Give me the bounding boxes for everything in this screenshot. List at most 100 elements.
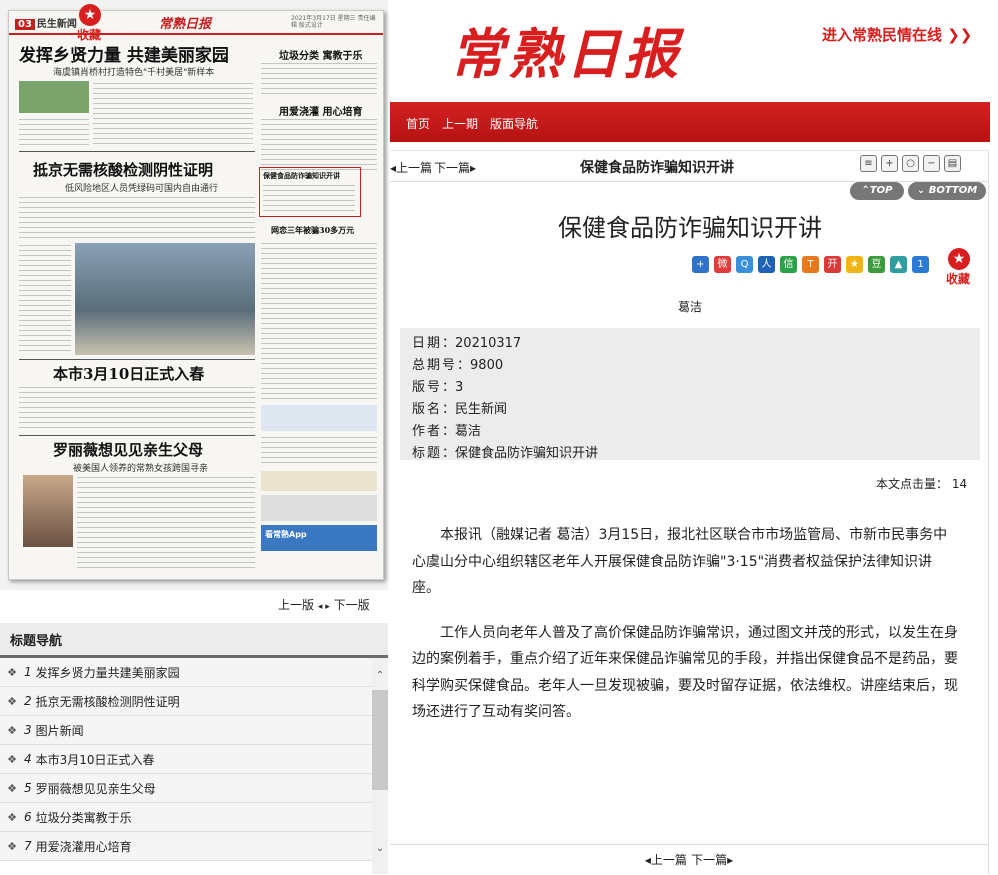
title-nav-item[interactable]: ❖ 3 图片新闻 (0, 716, 372, 745)
text-block (261, 241, 377, 401)
meta-key: 标题 (412, 446, 443, 461)
toolbar-tools: ≡ + ○ − ▤ (860, 155, 961, 172)
scrollbar-thumb[interactable] (372, 690, 388, 790)
item-label: 抵京无需核酸检测阴性证明 (35, 694, 180, 709)
text-block (19, 195, 255, 239)
next-article-link[interactable]: 下一篇▸ (434, 159, 476, 176)
star-share-icon[interactable]: ★ (846, 256, 863, 273)
hit-count: 本文点击量： 14 (876, 475, 967, 492)
info-share-icon[interactable]: 1 (912, 256, 929, 273)
meta-value: 葛洁 (455, 424, 482, 439)
newspaper-page-image[interactable]: 03 民生新闻 常熟日报 2021年3月17日 星期三 责任编辑 版式设计 发挥乡… (8, 10, 384, 580)
diamond-icon: ❖ (7, 839, 17, 853)
prev-article-link-bottom[interactable]: ◂上一篇 (645, 853, 687, 867)
page-logo: 常熟日报 (159, 17, 212, 32)
minqing-online-link[interactable]: 进入常熟民情在线 ❯❯ (822, 24, 972, 45)
title-nav-item[interactable]: ❖ 7 用爱浇灌用心培育 (0, 832, 372, 861)
wechat-icon[interactable]: 信 (780, 256, 797, 273)
chevron-down-icon[interactable]: ⌄ (372, 843, 388, 854)
prev-page-link[interactable]: 上一版 (278, 598, 314, 612)
text-block (19, 117, 89, 145)
nav-prev-issue-link[interactable]: 上一期 (442, 115, 478, 132)
article-paragraph: 工作人员向老年人普及了高价保健品防诈骗常识，通过图文并茂的形式，以发生在身边的案… (412, 624, 958, 721)
item-label: 垃圾分类寓教于乐 (35, 810, 132, 825)
title-nav-scrollbar[interactable]: ⌃ ⌄ (372, 658, 388, 874)
meta-key: 版名 (412, 402, 443, 417)
qzone-icon[interactable]: Q (736, 256, 753, 273)
zoom-in-icon[interactable]: + (881, 155, 898, 172)
favorite-button-left[interactable]: ★ 收藏 (76, 4, 102, 43)
star-icon: ★ (948, 248, 970, 270)
title-nav-item[interactable]: ❖ 4 本市3月10日正式入春 (0, 745, 372, 774)
bottom-article-nav: ◂上一篇 下一篇▸ (390, 844, 988, 875)
photo-news[interactable] (75, 243, 255, 355)
ad-block (261, 405, 377, 431)
divider (19, 359, 255, 360)
favorite-button-right[interactable]: ★ 收藏 (946, 248, 971, 287)
bottom-button[interactable]: ⌄ BOTTOM (908, 182, 986, 200)
zoom-out-icon[interactable]: − (923, 155, 940, 172)
favorite-label: 收藏 (76, 28, 101, 42)
article-title: 保健食品防诈骗知识开讲 (558, 214, 822, 242)
text-block (19, 243, 71, 355)
nav-home-link[interactable]: 首页 (406, 115, 430, 132)
headline-4[interactable]: 罗丽薇想见见亲生父母 (53, 439, 203, 460)
share-icons: + 微 Q 人 信 T 开 ★ 豆 ▲ 1 (692, 256, 929, 273)
item-number: 4 (24, 752, 32, 766)
photo-share-icon[interactable]: ▲ (890, 256, 907, 273)
meta-page-name: 版名：民生新闻 (412, 402, 508, 417)
diamond-icon: ❖ (7, 752, 17, 766)
headline-r2[interactable]: 用爱浇灌 用心培育 (279, 103, 362, 118)
text-block (19, 385, 255, 431)
favorite-label: 收藏 (946, 272, 971, 286)
title-nav-item[interactable]: ❖ 1 发挥乡贤力量共建美丽家园 (0, 658, 372, 687)
notes-icon[interactable]: ≡ (860, 155, 877, 172)
headline-r3[interactable]: 保健食品防诈骗知识开讲 (263, 171, 340, 181)
print-icon[interactable]: ▤ (944, 155, 961, 172)
share-more-icon[interactable]: + (692, 256, 709, 273)
chevron-up-icon[interactable]: ⌃ (372, 670, 388, 681)
top-button[interactable]: ⌃TOP (850, 182, 904, 200)
hit-count-label: 本文点击量： (876, 477, 949, 491)
article-author: 葛洁 (677, 300, 702, 314)
article-toolbar: ◂上一篇 下一篇▸ 保健食品防诈骗知识开讲 ≡ + ○ − ▤ (390, 150, 988, 182)
text-block (77, 475, 255, 571)
headline-2[interactable]: 抵京无需核酸检测阴性证明 (33, 159, 213, 180)
headline-r1[interactable]: 垃圾分类 寓教于乐 (279, 47, 362, 62)
masthead: 常熟日报 进入常熟民情在线 ❯❯ (390, 0, 990, 100)
kaixin-icon[interactable]: 开 (824, 256, 841, 273)
next-article-link-bottom[interactable]: 下一篇▸ (691, 853, 733, 867)
douban-icon[interactable]: 豆 (868, 256, 885, 273)
page-nav: 上一版 ◂ ▸ 下一版 (278, 596, 370, 613)
tieba-icon[interactable]: T (802, 256, 819, 273)
meta-issue: 总期号：9800 (412, 358, 504, 373)
title-nav-item[interactable]: ❖ 2 抵京无需核酸检测阴性证明 (0, 687, 372, 716)
weibo-icon[interactable]: 微 (714, 256, 731, 273)
nav-layout-link[interactable]: 版面导航 (490, 115, 538, 132)
title-nav-item[interactable]: ❖ 5 罗丽薇想见见亲生父母 (0, 774, 372, 803)
hit-count-value: 14 (951, 477, 968, 491)
item-label: 用爱浇灌用心培育 (35, 839, 132, 854)
article-panel: 常熟日报 进入常熟民情在线 ❯❯ 首页 上一期 版面导航 ◂上一篇 下一篇▸ 保… (390, 0, 998, 874)
photo-portrait[interactable] (23, 475, 73, 547)
article-meta: 日期：20210317 总期号：9800 版号：3 版名：民生新闻 作者：葛洁 … (400, 328, 980, 461)
prev-article-link[interactable]: ◂上一篇 (390, 159, 432, 176)
item-label: 发挥乡贤力量共建美丽家园 (35, 665, 180, 680)
section-number: 03 (15, 19, 35, 30)
meta-value: 保健食品防诈骗知识开讲 (455, 446, 599, 461)
next-page-link[interactable]: 下一版 (334, 598, 370, 612)
title-nav-item[interactable]: ❖ 6 垃圾分类寓教于乐 (0, 803, 372, 832)
headline-1[interactable]: 发挥乡贤力量 共建美丽家园 (19, 41, 229, 66)
headline-3[interactable]: 本市3月10日正式入春 (53, 363, 204, 384)
page-date-line: 2021年3月17日 星期三 责任编辑 版式设计 (291, 15, 376, 29)
meta-value: 9800 (470, 358, 504, 373)
app-ad-label: 看常熟App (265, 530, 307, 539)
masthead-logo: 常熟日报 (450, 22, 682, 86)
title-nav-panel: 标题导航 ❖ 1 发挥乡贤力量共建美丽家园 ❖ 2 抵京无需核酸检测阴性证明 ❖ 3 图片新… (0, 623, 388, 874)
search-icon[interactable]: ○ (902, 155, 919, 172)
item-number: 1 (24, 665, 32, 679)
app-ad: 看常熟App (261, 525, 377, 551)
headline-r4[interactable]: 网恋三年被骗30多万元 (271, 225, 354, 236)
renren-icon[interactable]: 人 (758, 256, 775, 273)
meta-author: 作者：葛洁 (412, 424, 482, 439)
